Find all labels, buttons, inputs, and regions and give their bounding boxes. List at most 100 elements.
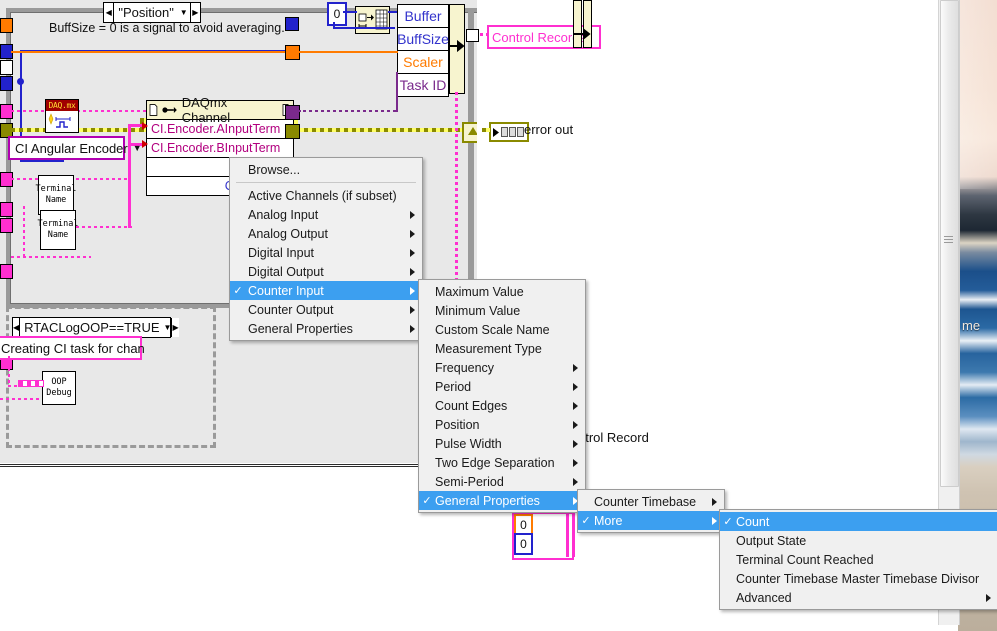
numeric-constant-zero-top[interactable]: 0 xyxy=(327,2,347,26)
terminal-white-1[interactable] xyxy=(0,60,13,75)
property-row-binputterm[interactable]: CI.Encoder.BInputTerm xyxy=(147,139,293,158)
wire-pink-dotted-vert xyxy=(23,206,25,256)
control-records-arrow-icon xyxy=(574,27,592,43)
scrollbar-thumb[interactable] xyxy=(940,0,959,487)
menu-item-maximum-value[interactable]: Maximum Value xyxy=(419,282,585,301)
wire-blue-node-to-buffsize xyxy=(333,27,395,29)
counter-input-submenu[interactable]: Maximum Value Minimum Value Custom Scale N… xyxy=(418,279,586,513)
loop-tunnel-blue[interactable] xyxy=(285,17,299,31)
menu-item-digital-output[interactable]: Digital Output xyxy=(230,262,422,281)
checkmark-icon: ✓ xyxy=(422,495,432,507)
menu-item-period[interactable]: Period xyxy=(419,377,585,396)
chevron-right-icon xyxy=(410,210,415,219)
ring-left-arrow-icon[interactable]: ◀ xyxy=(104,3,115,22)
wire-pink-dotted-term2 xyxy=(70,226,132,228)
menu-item-custom-scale-name[interactable]: Custom Scale Name xyxy=(419,320,585,339)
terminal-blue-2[interactable] xyxy=(0,76,13,91)
menu-item-active-channels-if-subset[interactable]: Active Channels (if subset) xyxy=(230,186,422,205)
menu-item-advanced[interactable]: Advanced xyxy=(720,588,997,607)
terminal-name-vi-1-line2: Name xyxy=(45,195,67,205)
terminal-pink-3[interactable] xyxy=(0,202,13,217)
oop-debug-vi-line2: Debug xyxy=(46,388,72,398)
menu-item-general-properties[interactable]: ✓ General Properties xyxy=(419,491,585,510)
menu-item-browse[interactable]: Browse... xyxy=(230,160,422,179)
menu-item-counter-timebase-master-timebase-divisor[interactable]: Counter Timebase Master Timebase Divisor xyxy=(720,569,997,588)
menu-item-digital-input[interactable]: Digital Input xyxy=(230,243,422,262)
menu-item-counter-input[interactable]: ✓ Counter Input xyxy=(230,281,422,300)
menu-item-counter-output[interactable]: Counter Output xyxy=(230,300,422,319)
menu-item-count[interactable]: ✓ Count xyxy=(720,512,997,531)
chevron-down-icon[interactable]: ▼ xyxy=(178,8,190,17)
property-node-title-bar: DAQmx Channel xyxy=(147,95,293,125)
chevron-right-icon xyxy=(573,439,578,448)
error-out-terminal[interactable] xyxy=(489,122,529,142)
terminal-name-vi-1[interactable]: Terminal Name xyxy=(36,175,76,215)
ring-right-arrow-icon[interactable]: ▶ xyxy=(189,3,200,22)
grip-lines-icon xyxy=(944,236,953,243)
control-records-tunnel[interactable] xyxy=(466,29,479,42)
ring-left-arrow-icon[interactable]: ◀ xyxy=(13,318,21,337)
daqmx-vi-glyph xyxy=(48,113,71,128)
position-ring-control[interactable]: ◀ "Position" ▼ ▶ xyxy=(103,2,201,23)
cluster-row-buffer[interactable]: Buffer xyxy=(398,5,448,28)
menu-item-label: Semi-Period xyxy=(435,474,504,489)
menu-item-analog-output[interactable]: Analog Output xyxy=(230,224,422,243)
initialize-array-node[interactable] xyxy=(355,6,390,34)
checkmark-icon: ✓ xyxy=(723,516,733,528)
menu-item-label: Measurement Type xyxy=(435,341,542,356)
rtac-log-ring-value: RTACLogOOP==TRUE xyxy=(24,320,160,335)
ring-right-arrow-icon[interactable]: ▶ xyxy=(171,318,179,337)
cluster-row-buffsize[interactable]: BuffSize xyxy=(397,28,449,51)
menu-item-label: Two Edge Separation xyxy=(435,455,555,470)
menu-item-position[interactable]: Position xyxy=(419,415,585,434)
wire-error-to-out xyxy=(482,128,491,132)
encoder-type-combo[interactable]: CI Angular Encoder ▼ xyxy=(8,136,142,160)
menu-item-label: Analog Input xyxy=(248,207,319,222)
encoder-type-value: CI Angular Encoder xyxy=(15,140,128,156)
property-node-context-menu[interactable]: Browse... Active Channels (if subset) Anal… xyxy=(229,157,423,341)
wire-blue-encoder-under xyxy=(20,160,64,162)
chevron-right-icon xyxy=(712,516,717,525)
menu-item-counter-timebase[interactable]: Counter Timebase xyxy=(578,492,724,511)
menu-item-terminal-count-reached[interactable]: Terminal Count Reached xyxy=(720,550,997,569)
output-cluster[interactable]: Buffer BuffSize Scaler Task ID xyxy=(397,4,449,97)
loop-tunnel-error[interactable] xyxy=(285,124,300,139)
menu-item-pulse-width[interactable]: Pulse Width xyxy=(419,434,585,453)
cluster-row-scaler[interactable]: Scaler xyxy=(398,51,448,74)
menu-item-semi-period[interactable]: Semi-Period xyxy=(419,472,585,491)
error-cluster-cell-3 xyxy=(517,127,524,137)
terminal-name-vi-2[interactable]: Terminal Name xyxy=(38,210,78,250)
general-properties-submenu[interactable]: Counter Timebase ✓ More xyxy=(577,489,725,533)
error-merge-node[interactable] xyxy=(462,122,477,143)
chevron-right-icon xyxy=(573,477,578,486)
menu-item-general-properties[interactable]: General Properties xyxy=(230,319,422,338)
menu-item-two-edge-separation[interactable]: Two Edge Separation xyxy=(419,453,585,472)
buffsize-comment: BuffSize = 0 is a signal to avoid averag… xyxy=(49,21,285,35)
terminal-pink-4[interactable] xyxy=(0,218,13,233)
menu-item-output-state[interactable]: Output State xyxy=(720,531,997,550)
menu-item-frequency[interactable]: Frequency xyxy=(419,358,585,377)
menu-item-more[interactable]: ✓ More xyxy=(578,511,724,530)
menu-item-label: Minimum Value xyxy=(435,303,521,318)
terminal-orange-1[interactable] xyxy=(0,18,13,33)
numeric-constant-zero-b[interactable]: 0 xyxy=(514,533,533,555)
menu-item-measurement-type[interactable]: Measurement Type xyxy=(419,339,585,358)
menu-item-minimum-value[interactable]: Minimum Value xyxy=(419,301,585,320)
oop-debug-vi[interactable]: OOP Debug xyxy=(42,371,76,405)
property-row-ainputterm[interactable]: CI.Encoder.AInputTerm xyxy=(147,120,293,139)
menu-item-label: Count xyxy=(736,514,770,529)
wire-blue-const-to-node xyxy=(343,11,357,13)
error-out-label: error out xyxy=(524,122,574,137)
debug-string-constant[interactable]: Creating CI task for chan xyxy=(0,336,145,360)
loop-tunnel-purple[interactable] xyxy=(285,105,300,120)
menu-item-analog-input[interactable]: Analog Input xyxy=(230,205,422,224)
chevron-right-icon xyxy=(410,248,415,257)
rtac-log-ring[interactable]: ◀ RTACLogOOP==TRUE ▼ ▶ xyxy=(12,317,179,338)
chevron-down-icon[interactable]: ▼ xyxy=(164,323,172,332)
control-record-label: ntrol Record xyxy=(578,430,649,445)
cluster-row-taskid[interactable]: Task ID xyxy=(398,74,448,96)
daqmx-create-channel-vi[interactable]: DAQ.mx xyxy=(45,99,79,133)
menu-item-count-edges[interactable]: Count Edges xyxy=(419,396,585,415)
terminal-pink-5[interactable] xyxy=(0,264,13,279)
more-submenu[interactable]: ✓ Count Output State Terminal Count Reached… xyxy=(719,509,997,610)
